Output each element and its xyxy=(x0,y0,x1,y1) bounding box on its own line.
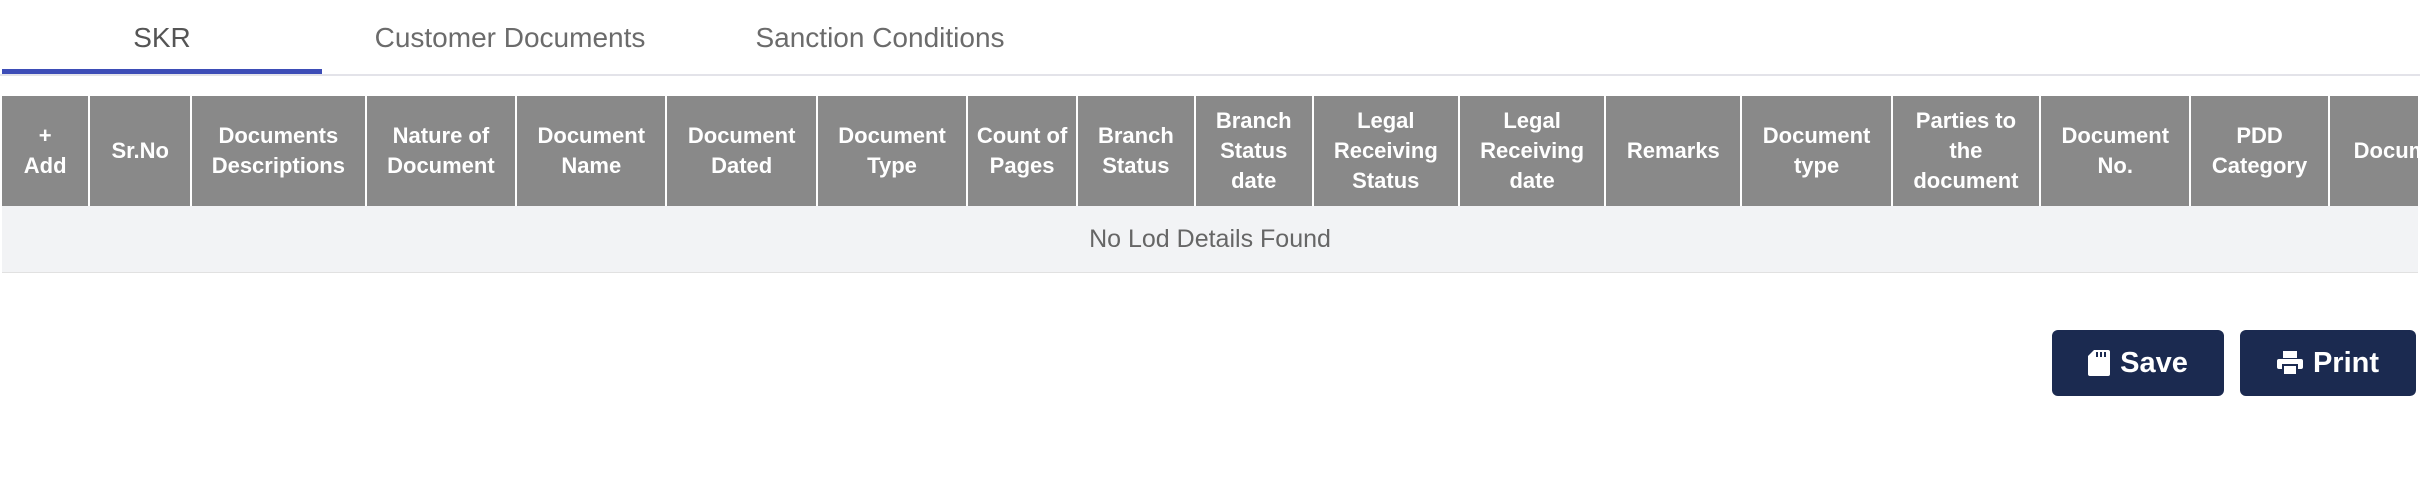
add-row-button[interactable]: + Add xyxy=(2,96,91,206)
tab-skr[interactable]: SKR xyxy=(2,22,322,74)
column-header: Document Type xyxy=(816,96,969,206)
tab-bar: SKR Customer Documents Sanction Conditio… xyxy=(0,0,2420,76)
column-header: Sr.No xyxy=(89,96,192,206)
sd-card-icon xyxy=(2088,350,2111,376)
empty-table-message: No Lod Details Found xyxy=(2,206,2418,273)
save-button[interactable]: Save xyxy=(2052,330,2224,396)
column-header: Branch Status date xyxy=(1194,96,1314,206)
printer-icon xyxy=(2276,351,2303,375)
documents-table: + Add Sr.No Documents Descriptions Natur… xyxy=(2,96,2418,274)
add-label: Add xyxy=(23,153,67,178)
active-tab-indicator xyxy=(2,69,322,74)
tab-label: Customer Documents xyxy=(374,22,646,53)
tab-label: Sanction Conditions xyxy=(755,22,1005,53)
column-header: Legal Receiving date xyxy=(1458,96,1607,206)
column-header: Count of Pages xyxy=(967,96,1078,206)
column-header: Document No. xyxy=(2040,96,2192,206)
tab-label: SKR xyxy=(133,22,191,53)
print-label: Print xyxy=(2312,346,2380,379)
column-header: Legal Receiving Status xyxy=(1312,96,1460,206)
column-header: Document xyxy=(2328,96,2418,206)
column-header: Nature of Document xyxy=(365,96,518,206)
column-header: Document Dated xyxy=(666,96,818,206)
column-header: Remarks xyxy=(1605,96,1743,206)
column-header: PDD Category xyxy=(2190,96,2330,206)
print-button[interactable]: Print xyxy=(2240,330,2416,396)
column-header: Documents Descriptions xyxy=(190,96,367,206)
tab-sanction-conditions[interactable]: Sanction Conditions xyxy=(730,22,1030,74)
table-header-row: + Add Sr.No Documents Descriptions Natur… xyxy=(2,96,2418,206)
column-header: Document Name xyxy=(516,96,668,206)
column-header: Branch Status xyxy=(1076,96,1196,206)
column-header: Parties to the document xyxy=(1891,96,2042,206)
add-plus-icon: + xyxy=(38,123,52,148)
tab-customer-documents[interactable]: Customer Documents xyxy=(360,22,660,74)
save-label: Save xyxy=(2120,346,2188,379)
column-header: Document type xyxy=(1741,96,1893,206)
